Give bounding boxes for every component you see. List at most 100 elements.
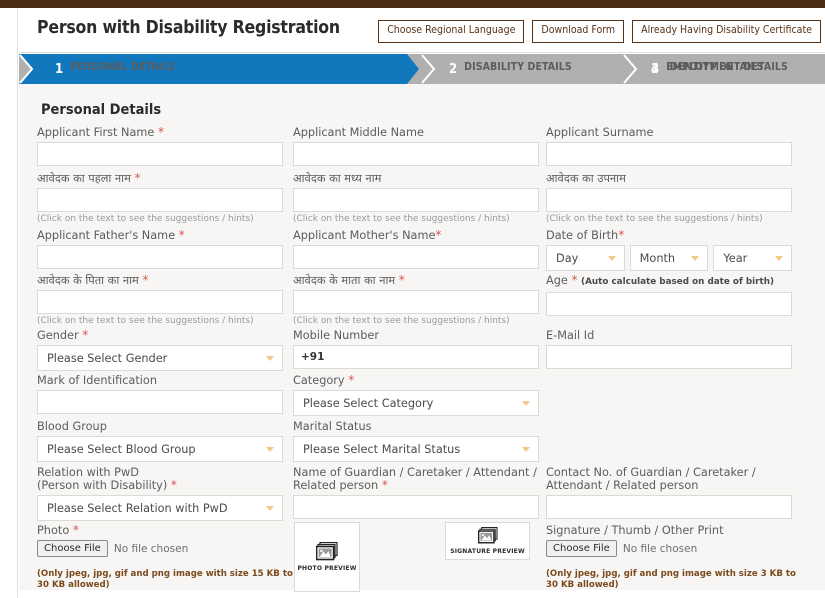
- field-label: Photo *: [37, 523, 79, 538]
- required-marker: *: [72, 523, 79, 537]
- field-label: Gender *: [37, 328, 89, 343]
- step-divider-icon-1: [421, 54, 436, 84]
- field-label: Blood Group: [37, 420, 107, 433]
- chevron-down-icon: [607, 256, 616, 261]
- mobile-number-input[interactable]: [293, 345, 539, 369]
- field-date-of-birth: Date of Birth* Day Month Year: [546, 229, 793, 271]
- field-label: Applicant Middle Name: [293, 126, 424, 139]
- field-surname-hi: आवेदक का उपनाम (Click on the text to see…: [546, 172, 792, 224]
- surname-hi-input[interactable]: [546, 188, 792, 212]
- download-form-button[interactable]: Download Form: [532, 20, 625, 43]
- mother-name-en-input[interactable]: [293, 245, 539, 269]
- marital-status-select[interactable]: Please Select Marital Status: [293, 436, 539, 462]
- field-label: Signature / Thumb / Other Print: [546, 524, 724, 537]
- guardian-name-input[interactable]: [293, 495, 539, 519]
- suggestion-hint: (Click on the text to see the suggestion…: [37, 316, 254, 326]
- mother-name-hi-input[interactable]: [293, 290, 539, 314]
- surname-en-input[interactable]: [546, 142, 792, 166]
- required-marker: *: [178, 228, 185, 242]
- field-category: Category * Please Select Category: [293, 374, 539, 416]
- email-input[interactable]: [546, 345, 792, 369]
- required-marker: *: [157, 125, 164, 139]
- required-marker: *: [142, 273, 149, 287]
- signature-size-note: (Only jpeg, jpg, gif and png image with …: [546, 569, 796, 590]
- category-value: Please Select Category: [303, 397, 434, 410]
- photo-choose-file-button[interactable]: Choose File: [37, 540, 108, 557]
- father-name-en-input[interactable]: [37, 245, 283, 269]
- field-label: Age * (Auto calculate based on date of b…: [546, 273, 774, 288]
- required-marker: *: [435, 228, 442, 242]
- required-marker: *: [170, 478, 177, 492]
- choose-regional-language-button[interactable]: Choose Regional Language: [378, 20, 525, 43]
- age-input[interactable]: [546, 292, 792, 316]
- step-tab-disability-details[interactable]: 2 DISABILITY DETAILS: [421, 54, 621, 84]
- field-middle-name-en: Applicant Middle Name: [293, 126, 539, 166]
- field-photo-upload: Photo * Choose File No file chosen (Only…: [37, 524, 299, 591]
- first-name-en-input[interactable]: [37, 142, 283, 166]
- father-name-hi-input[interactable]: [37, 290, 283, 314]
- required-marker: *: [381, 478, 388, 492]
- dob-month-value: Month: [639, 252, 676, 265]
- dob-year-value: Year: [723, 252, 748, 265]
- field-father-name-hi: आवेदक के पिता का नाम * (Click on the tex…: [37, 274, 283, 326]
- field-middle-name-hi: आवेदक का मध्य नाम (Click on the text to …: [293, 172, 539, 224]
- field-guardian-contact: Contact No. of Guardian / Caretaker / At…: [546, 466, 792, 519]
- step-number: 2: [449, 61, 458, 77]
- photo-size-note: (Only jpeg, jpg, gif and png image with …: [37, 569, 293, 590]
- chevron-down-icon: [522, 447, 530, 452]
- gender-select[interactable]: Please Select Gender: [37, 345, 283, 371]
- field-label: Marital Status: [293, 420, 372, 433]
- relation-with-pwd-select[interactable]: Please Select Relation with PwD: [37, 495, 283, 521]
- page-header: Person with Disability Registration Choo…: [19, 8, 825, 53]
- field-mother-name-hi: आवेदक के माता का नाम * (Click on the tex…: [293, 274, 539, 326]
- field-label: Applicant Surname: [546, 126, 654, 139]
- field-gender: Gender * Please Select Gender: [37, 329, 283, 371]
- dob-month-select[interactable]: Month: [629, 245, 709, 271]
- field-label: Relation with PwD (Person with Disabilit…: [37, 466, 177, 492]
- signature-placeholder-icon: [477, 527, 498, 544]
- step-label: IDENTITY DETAILS: [666, 61, 764, 73]
- step-tab-personal-details[interactable]: 1 PERSONAL DETAILS: [19, 54, 419, 84]
- step-divider-icon-0: [19, 54, 34, 84]
- guardian-contact-input[interactable]: [546, 495, 792, 519]
- field-label: Mobile Number: [293, 329, 380, 342]
- dob-day-select[interactable]: Day: [546, 245, 625, 271]
- field-age: Age * (Auto calculate based on date of b…: [546, 274, 792, 316]
- field-label: Category *: [293, 373, 355, 388]
- header-actions: Choose Regional Language Download Form A…: [378, 20, 821, 43]
- middle-name-hi-input[interactable]: [293, 188, 539, 212]
- required-marker: *: [134, 171, 141, 185]
- dob-year-select[interactable]: Year: [713, 245, 793, 271]
- personal-details-form: Personal Details Applicant First Name * …: [19, 84, 825, 592]
- chevron-down-icon: [691, 256, 700, 261]
- field-first-name-en: Applicant First Name *: [37, 126, 283, 166]
- field-relation-with-pwd: Relation with PwD (Person with Disabilit…: [37, 466, 283, 521]
- blood-group-select[interactable]: Please Select Blood Group: [37, 436, 283, 462]
- field-label: Contact No. of Guardian / Caretaker / At…: [546, 466, 756, 492]
- marital-status-value: Please Select Marital Status: [303, 443, 461, 456]
- field-label: आवेदक के माता का नाम *: [293, 273, 405, 288]
- required-marker: *: [348, 373, 355, 387]
- middle-name-en-input[interactable]: [293, 142, 539, 166]
- category-select[interactable]: Please Select Category: [293, 390, 539, 416]
- signature-choose-file-button[interactable]: Choose File: [546, 540, 617, 557]
- mark-of-identification-input[interactable]: [37, 390, 283, 414]
- field-label: Applicant First Name *: [37, 125, 164, 140]
- signature-preview-caption: SIGNATURE PREVIEW: [450, 548, 525, 555]
- left-gutter: [0, 8, 18, 598]
- gender-value: Please Select Gender: [47, 352, 168, 365]
- blood-group-value: Please Select Blood Group: [47, 443, 196, 456]
- field-label: Applicant Mother's Name*: [293, 228, 442, 243]
- field-guardian-name: Name of Guardian / Caretaker / Attendant…: [293, 466, 539, 519]
- step-number: 1: [55, 61, 64, 77]
- photo-file-row: Choose File No file chosen: [37, 540, 299, 557]
- step-label: PERSONAL DETAILS: [70, 61, 176, 73]
- field-label: Applicant Father's Name *: [37, 228, 185, 243]
- photo-placeholder-icon: [316, 542, 338, 561]
- top-accent-bar: [0, 0, 825, 8]
- first-name-hi-input[interactable]: [37, 188, 283, 212]
- already-having-disability-certificate-button[interactable]: Already Having Disability Certificate: [632, 20, 821, 43]
- field-blood-group: Blood Group Please Select Blood Group: [37, 420, 283, 462]
- step-tab-identity-details[interactable]: 4 IDENTITY DETAILS: [623, 54, 825, 84]
- suggestion-hint: (Click on the text to see the suggestion…: [293, 214, 510, 224]
